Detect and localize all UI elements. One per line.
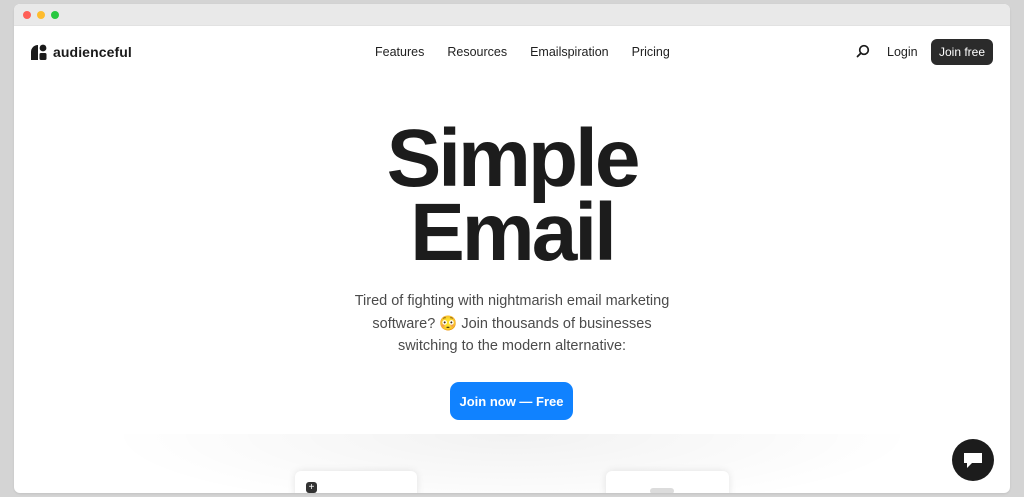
logo-mark-icon [31,44,47,60]
main-nav-links: Features Resources Emailspiration Pricin… [375,45,670,59]
nav-link-pricing[interactable]: Pricing [632,45,670,59]
plus-icon: + [306,482,317,493]
browser-window: audienceful Features Resources Emailspir… [14,4,1010,493]
nav-link-resources[interactable]: Resources [447,45,507,59]
hero-title: Simple Email [14,113,1010,278]
nav-link-features[interactable]: Features [375,45,424,59]
join-free-button[interactable]: Join free [931,39,993,65]
chat-widget-button[interactable] [952,439,994,481]
search-icon[interactable] [856,44,870,58]
hero-subtitle: Tired of fighting with nightmarish email… [354,293,670,354]
login-link[interactable]: Login [887,45,918,59]
logo-text: audienceful [53,43,132,60]
maximize-window-button[interactable] [51,11,59,19]
preview-card-left: + [295,471,417,493]
logo[interactable]: audienceful [30,43,132,60]
hero-title-line-1: Simple [386,113,641,204]
chat-bubble-icon [964,453,982,468]
placeholder-pill [650,488,674,493]
window-titlebar [14,4,1010,26]
hero-title-line-2: Email [410,187,617,278]
minimize-window-button[interactable] [37,11,45,19]
join-now-button[interactable]: Join now — Free [450,382,573,420]
preview-glow [104,434,920,493]
top-nav: audienceful Features Resources Emailspir… [14,26,1010,78]
close-window-button[interactable] [23,11,31,19]
nav-link-emailspiration[interactable]: Emailspiration [530,45,609,59]
preview-card-right [606,471,729,493]
